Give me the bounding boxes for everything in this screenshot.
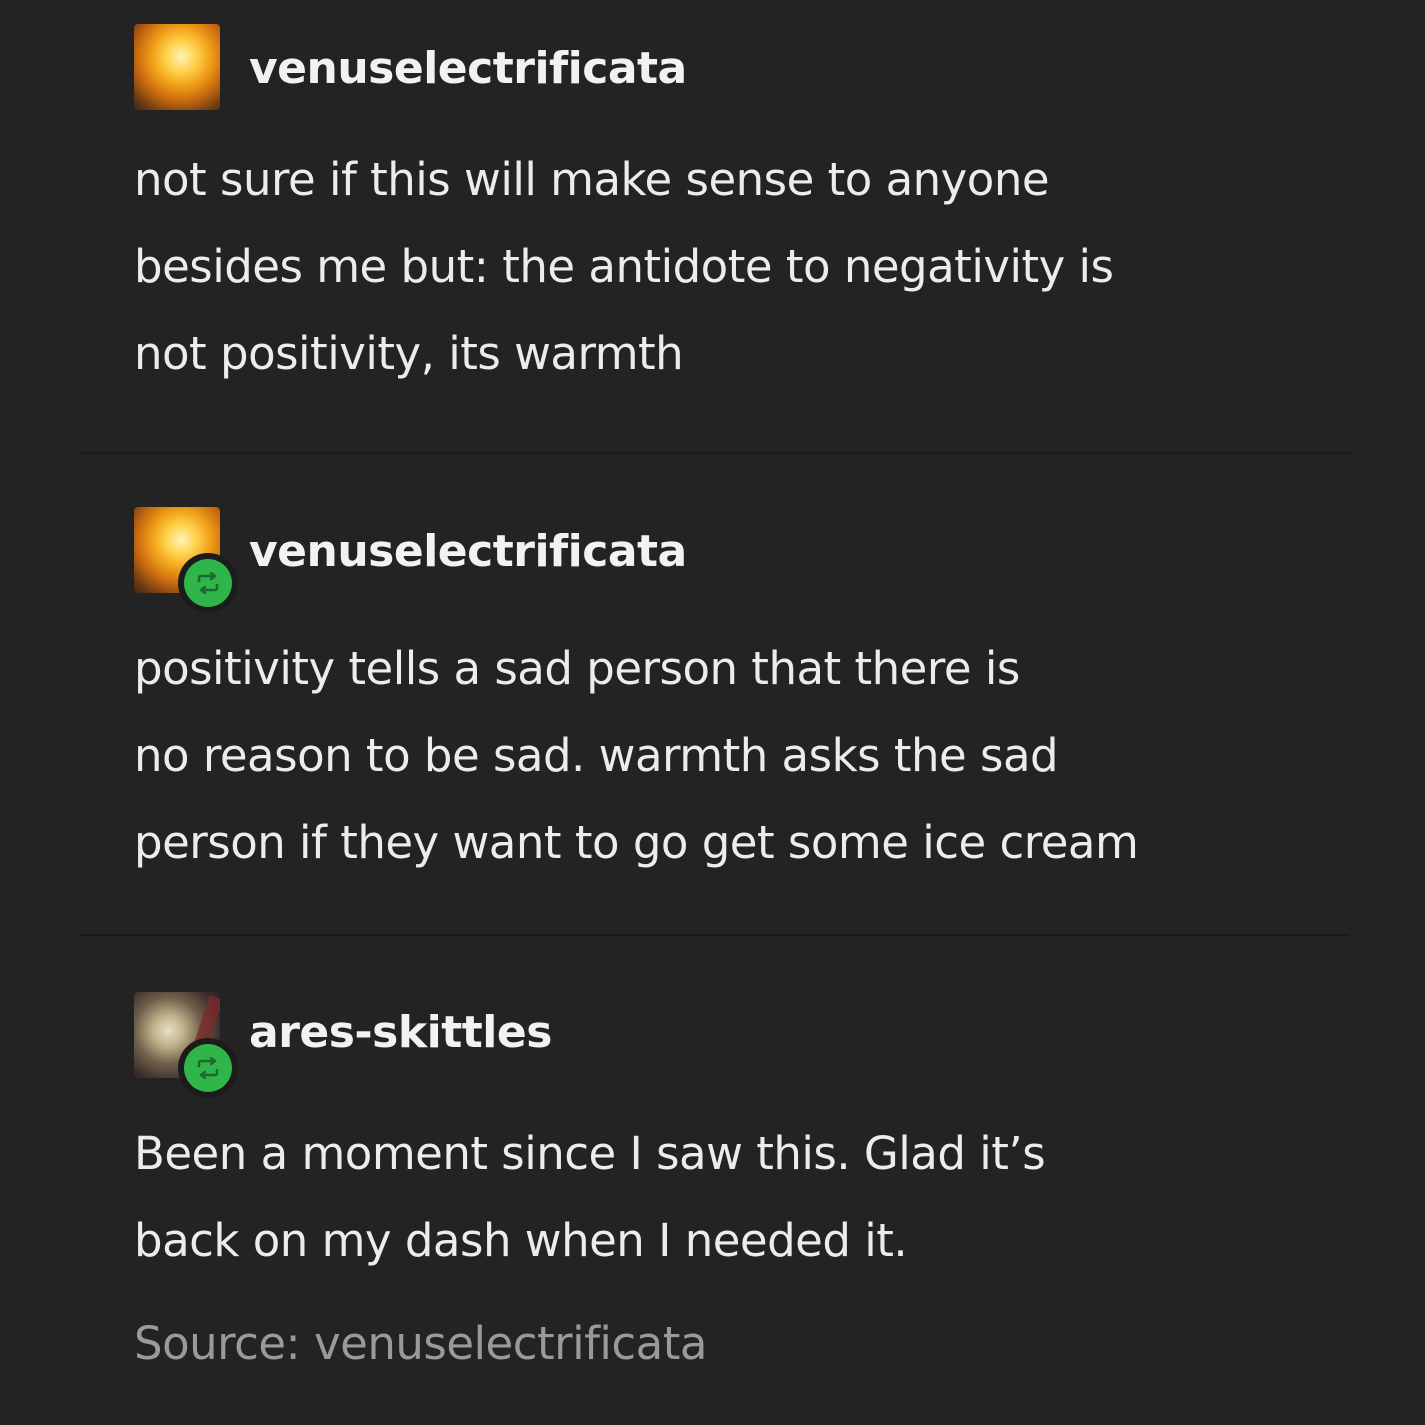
reblog-badge — [178, 553, 238, 613]
post-text-line: person if they want to go get some ice c… — [134, 816, 1139, 869]
divider — [80, 452, 1350, 454]
post: venuselectrificata not sure if this will… — [134, 24, 1344, 397]
post-header: ares-skittles — [134, 992, 1344, 1098]
username[interactable]: venuselectrificata — [249, 525, 687, 579]
username[interactable]: ares-skittles — [249, 1006, 552, 1060]
source-link[interactable]: Source: venuselectrificata — [134, 1312, 707, 1376]
post-text-line: Been a moment since I saw this. Glad it’… — [134, 1127, 1046, 1180]
reblog-badge — [178, 1038, 238, 1098]
post-text-line: back on my dash when I needed it. — [134, 1214, 908, 1267]
post-text-line: not sure if this will make sense to anyo… — [134, 153, 1050, 206]
post-header: venuselectrificata — [134, 24, 1344, 114]
post-body: not sure if this will make sense to anyo… — [134, 136, 1344, 397]
username[interactable]: venuselectrificata — [249, 42, 687, 96]
post-body: Been a moment since I saw this. Glad it’… — [134, 1110, 1344, 1284]
sunset-avatar-icon[interactable] — [134, 24, 220, 110]
post-body: positivity tells a sad person that there… — [134, 625, 1344, 886]
reblog-icon — [197, 572, 219, 594]
reblog-icon — [197, 1057, 219, 1079]
post-header: venuselectrificata — [134, 507, 1344, 613]
post-text-line: no reason to be sad. warmth asks the sad — [134, 729, 1059, 782]
post-text-line: positivity tells a sad person that there… — [134, 642, 1020, 695]
post-text-line: besides me but: the antidote to negativi… — [134, 240, 1114, 293]
divider — [80, 934, 1350, 936]
post-text-line: not positivity, its warmth — [134, 327, 684, 380]
post: venuselectrificata positivity tells a sa… — [134, 507, 1344, 886]
post: ares-skittles Been a moment since I saw … — [134, 992, 1344, 1284]
